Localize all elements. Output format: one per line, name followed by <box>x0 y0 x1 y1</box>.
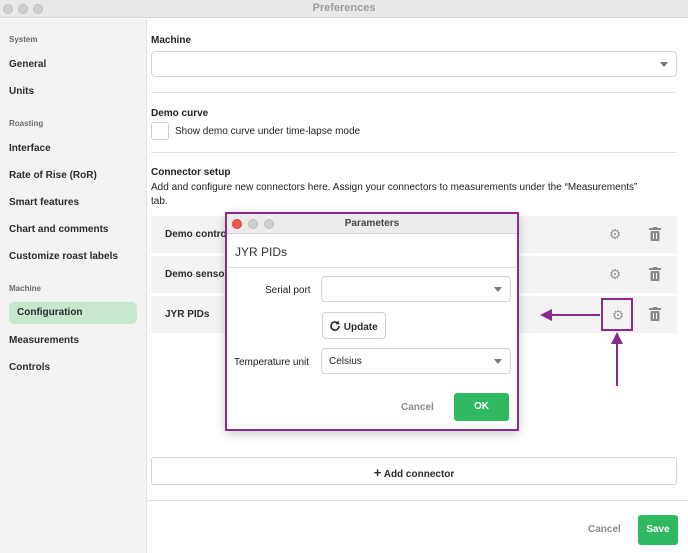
chevron-down-icon <box>660 62 668 67</box>
divider <box>147 500 688 501</box>
save-button[interactable]: Save <box>638 515 678 545</box>
divider <box>151 152 677 153</box>
sidebar-item-smart-features[interactable]: Smart features <box>9 197 79 208</box>
dialog-title: Parameters <box>344 218 400 229</box>
update-label: Update <box>343 322 378 333</box>
connector-setup-label: Connector setup <box>151 167 231 178</box>
connector-name: Demo senso <box>165 269 225 280</box>
add-connector-label: Add connector <box>383 469 455 480</box>
demo-curve-label: Demo curve <box>151 108 209 119</box>
trash-icon[interactable] <box>649 227 661 241</box>
plus-icon: + <box>373 465 382 480</box>
gear-icon[interactable]: ⚙ <box>608 227 622 241</box>
window-title: Preferences <box>312 2 376 14</box>
sidebar-section-roasting: Roasting <box>9 119 44 128</box>
chevron-down-icon <box>494 287 502 292</box>
temperature-unit-label: Temperature unit <box>234 357 310 368</box>
serial-port-select[interactable] <box>321 276 511 302</box>
sidebar-item-units[interactable]: Units <box>9 86 34 97</box>
temperature-unit-select[interactable]: Celsius <box>321 348 511 374</box>
sidebar: System General Units Roasting Interface … <box>0 19 147 553</box>
sidebar-item-chart-and-comments[interactable]: Chart and comments <box>9 224 108 235</box>
sidebar-item-customize-roast-labels[interactable]: Customize roast labels <box>9 251 118 262</box>
connector-setup-description-cont: tab. <box>151 196 168 207</box>
ok-button[interactable]: OK <box>454 393 509 421</box>
annotation-highlight-box <box>601 298 633 331</box>
sidebar-item-configuration[interactable]: Configuration <box>9 302 137 324</box>
sidebar-section-machine: Machine <box>9 284 42 293</box>
arrow-up-icon <box>611 332 623 386</box>
gear-icon[interactable]: ⚙ <box>608 267 622 281</box>
window-titlebar: Preferences <box>0 0 688 18</box>
add-connector-button[interactable]: + Add connector <box>151 457 677 485</box>
dialog-heading: JYR PIDs <box>235 245 288 259</box>
sidebar-item-general[interactable]: General <box>9 59 46 70</box>
sidebar-section-system: System <box>9 35 38 44</box>
sidebar-item-rate-of-rise[interactable]: Rate of Rise (RoR) <box>9 170 97 181</box>
divider <box>151 92 677 93</box>
refresh-icon <box>330 320 340 331</box>
connector-setup-description: Add and configure new connectors here. A… <box>151 182 638 193</box>
sidebar-item-measurements[interactable]: Measurements <box>9 335 79 346</box>
sidebar-item-controls[interactable]: Controls <box>9 362 50 373</box>
machine-label: Machine <box>151 35 192 46</box>
divider <box>227 267 517 268</box>
dialog-cancel-button[interactable]: Cancel <box>401 402 434 413</box>
demo-curve-checkbox[interactable] <box>151 122 169 140</box>
arrow-left-icon <box>540 309 600 321</box>
connector-name: JYR PIDs <box>165 309 210 320</box>
dialog-titlebar: Parameters <box>227 214 517 234</box>
cancel-button[interactable]: Cancel <box>588 524 621 535</box>
chevron-down-icon <box>494 359 502 364</box>
demo-curve-checkbox-label: Show demo curve under time-lapse mode <box>175 126 361 137</box>
update-button[interactable]: Update <box>322 312 386 339</box>
parameters-dialog: Parameters JYR PIDs Serial port Update T… <box>225 212 519 431</box>
connector-name: Demo contro <box>165 229 227 240</box>
serial-port-label: Serial port <box>265 285 311 296</box>
machine-select[interactable] <box>151 51 677 77</box>
trash-icon[interactable] <box>649 267 661 281</box>
sidebar-item-interface[interactable]: Interface <box>9 143 51 154</box>
trash-icon[interactable] <box>649 307 661 321</box>
temperature-unit-value: Celsius <box>329 356 362 367</box>
